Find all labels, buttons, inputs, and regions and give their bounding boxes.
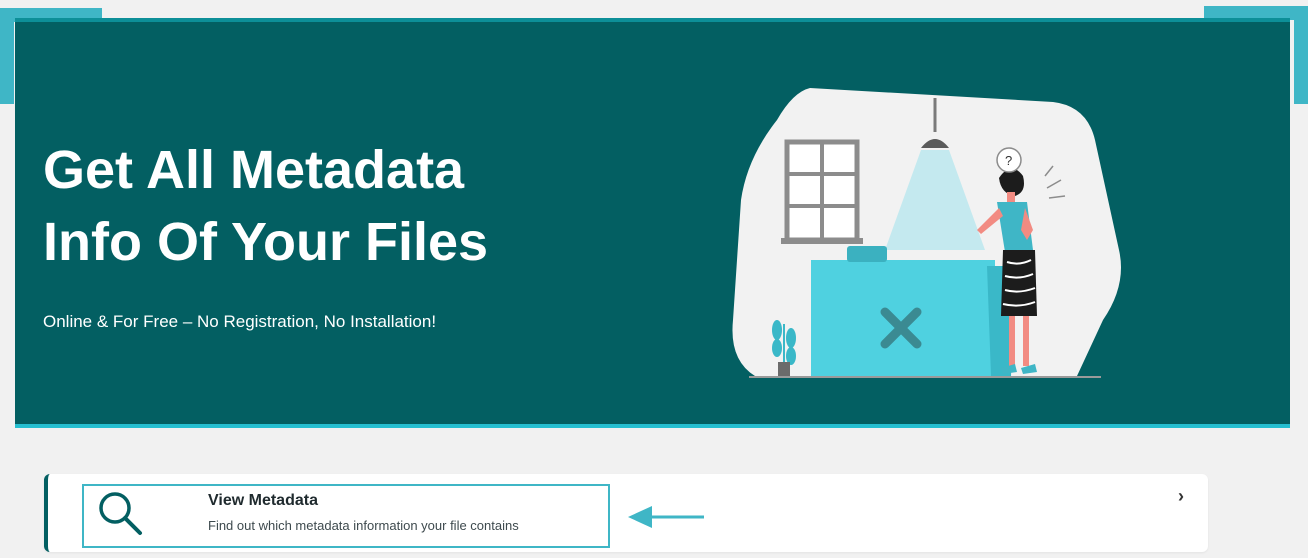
window-shape: [781, 139, 863, 244]
card-title: View Metadata: [208, 492, 318, 509]
arrow-left-icon: [628, 506, 704, 528]
svg-text:?: ?: [1005, 153, 1012, 168]
chevron-right-icon[interactable]: ›: [1178, 486, 1184, 507]
woman-at-desk-illustration: ?: [732, 88, 1121, 378]
hero-title-line: Get All Metadata: [43, 140, 465, 200]
frame-corner-accent: [1294, 6, 1308, 104]
search-icon: [99, 492, 142, 535]
hero-title: Get All Metadata Info Of Your Files: [43, 134, 603, 278]
card-description: Find out which metadata information your…: [208, 518, 519, 533]
hero-banner: Get All Metadata Info Of Your Files Onli…: [15, 18, 1290, 428]
hero-subtitle: Online & For Free – No Registration, No …: [43, 312, 437, 331]
desk-shape: [811, 260, 995, 376]
frame-corner-accent: [0, 8, 14, 104]
highlight-box: [82, 484, 610, 548]
hero-title-line: Info Of Your Files: [43, 212, 489, 272]
